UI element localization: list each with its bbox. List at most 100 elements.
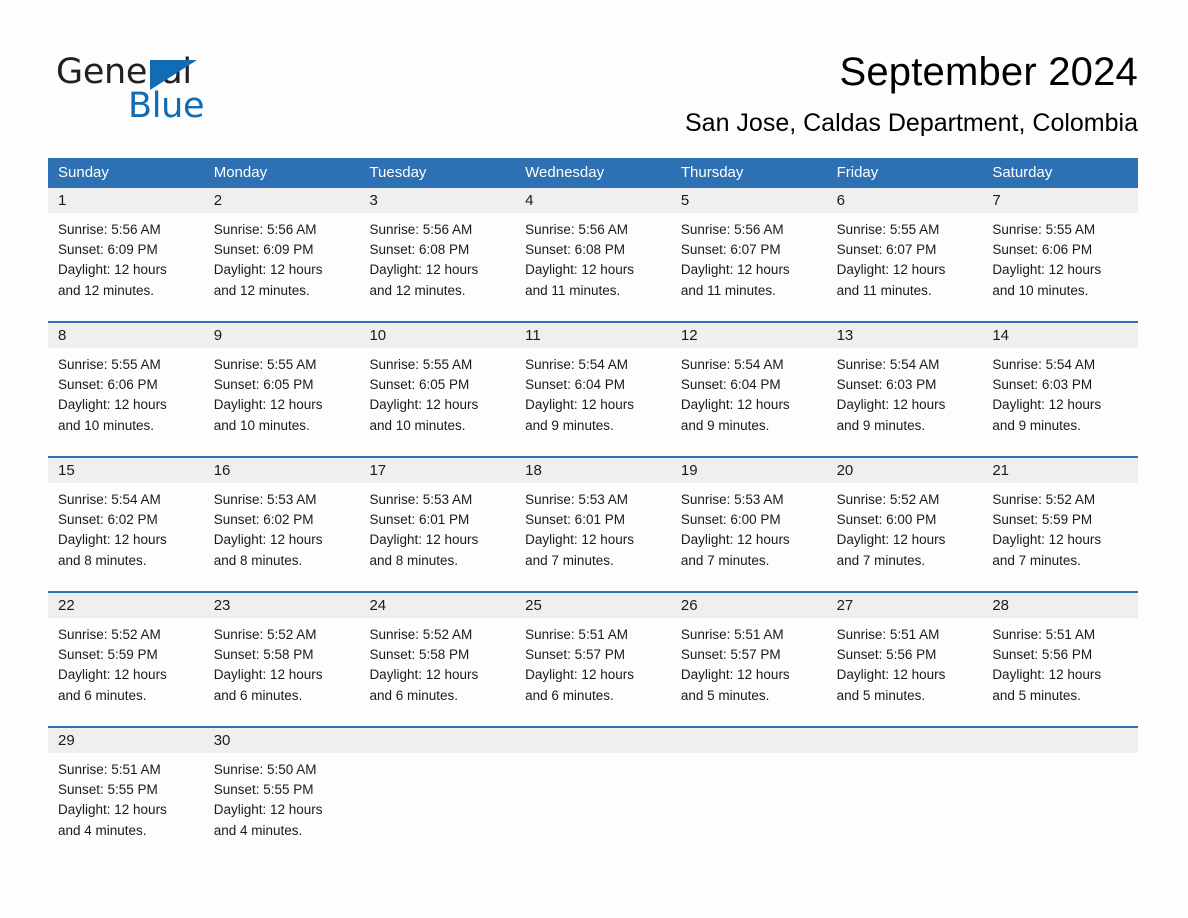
- day-details: Sunrise: 5:51 AM Sunset: 5:56 PM Dayligh…: [827, 618, 983, 716]
- day-cell[interactable]: 13 Sunrise: 5:54 AM Sunset: 6:03 PM Dayl…: [826, 323, 983, 456]
- daylight-text-line2: and 8 minutes.: [58, 552, 147, 568]
- day-details: Sunrise: 5:55 AM Sunset: 6:06 PM Dayligh…: [982, 213, 1138, 311]
- week-row: 15 Sunrise: 5:54 AM Sunset: 6:02 PM Dayl…: [48, 456, 1139, 591]
- sunrise-text: Sunrise: 5:53 AM: [525, 492, 628, 507]
- sunrise-text: Sunrise: 5:52 AM: [836, 492, 940, 507]
- day-number: [515, 728, 671, 753]
- day-number: 30: [203, 728, 360, 753]
- day-cell[interactable]: 27 Sunrise: 5:51 AM Sunset: 5:56 PM Dayl…: [826, 593, 983, 726]
- sunrise-text: Sunrise: 5:54 AM: [836, 357, 940, 372]
- day-cell[interactable]: 28 Sunrise: 5:51 AM Sunset: 5:56 PM Dayl…: [982, 593, 1139, 726]
- day-cell[interactable]: 17 Sunrise: 5:53 AM Sunset: 6:01 PM Dayl…: [359, 458, 516, 591]
- sunrise-text: Sunrise: 5:56 AM: [680, 222, 784, 237]
- day-cell[interactable]: 6 Sunrise: 5:55 AM Sunset: 6:07 PM Dayli…: [826, 188, 983, 321]
- day-cell[interactable]: 25 Sunrise: 5:51 AM Sunset: 5:57 PM Dayl…: [515, 593, 671, 726]
- day-number: 17: [359, 458, 516, 483]
- day-number: [359, 728, 516, 753]
- day-cell[interactable]: 22 Sunrise: 5:52 AM Sunset: 5:59 PM Dayl…: [48, 593, 204, 726]
- sunset-text: Sunset: 6:06 PM: [992, 242, 1093, 258]
- day-cell[interactable]: 19 Sunrise: 5:53 AM Sunset: 6:00 PM Dayl…: [670, 458, 827, 591]
- daylight-text-line1: Daylight: 12 hours: [213, 532, 323, 548]
- day-number: 14: [982, 323, 1139, 348]
- daylight-text-line1: Daylight: 12 hours: [836, 532, 946, 548]
- day-cell[interactable]: 21 Sunrise: 5:52 AM Sunset: 5:59 PM Dayl…: [982, 458, 1139, 591]
- daylight-text-line2: and 6 minutes.: [525, 687, 614, 703]
- weekday-header-friday: Friday: [836, 164, 879, 181]
- weekday-header-saturday: Saturday: [992, 164, 1053, 181]
- sunset-text: Sunset: 6:05 PM: [213, 377, 314, 393]
- sunset-text: Sunset: 6:09 PM: [213, 242, 314, 258]
- day-cell[interactable]: 24 Sunrise: 5:52 AM Sunset: 5:58 PM Dayl…: [359, 593, 516, 726]
- daylight-text-line2: and 4 minutes.: [58, 822, 147, 838]
- daylight-text-line1: Daylight: 12 hours: [58, 667, 167, 683]
- sunrise-text: Sunrise: 5:52 AM: [369, 627, 473, 642]
- day-cell[interactable]: 16 Sunrise: 5:53 AM Sunset: 6:02 PM Dayl…: [203, 458, 360, 591]
- sunset-text: Sunset: 6:05 PM: [369, 377, 470, 393]
- daylight-text-line2: and 12 minutes.: [213, 282, 310, 298]
- sunrise-text: Sunrise: 5:53 AM: [369, 492, 473, 507]
- sunrise-text: Sunrise: 5:56 AM: [525, 222, 628, 237]
- day-number: [982, 728, 1139, 753]
- page-title: September 2024: [839, 50, 1138, 94]
- day-cell[interactable]: 1 Sunrise: 5:56 AM Sunset: 6:09 PM Dayli…: [48, 188, 204, 321]
- generalblue-logo[interactable]: General Blue: [56, 52, 356, 128]
- day-number: 11: [515, 323, 671, 348]
- day-details: Sunrise: 5:54 AM Sunset: 6:03 PM Dayligh…: [827, 348, 983, 446]
- day-cell[interactable]: 23 Sunrise: 5:52 AM Sunset: 5:58 PM Dayl…: [203, 593, 360, 726]
- day-number: 12: [670, 323, 827, 348]
- daylight-text-line2: and 9 minutes.: [992, 417, 1081, 433]
- day-number: 25: [515, 593, 671, 618]
- daylight-text-line1: Daylight: 12 hours: [58, 532, 167, 548]
- sunrise-text: Sunrise: 5:54 AM: [58, 492, 161, 507]
- day-cell[interactable]: 5 Sunrise: 5:56 AM Sunset: 6:07 PM Dayli…: [670, 188, 827, 321]
- sunrise-text: Sunrise: 5:51 AM: [525, 627, 628, 642]
- day-cell-empty: [515, 728, 671, 861]
- day-cell[interactable]: 14 Sunrise: 5:54 AM Sunset: 6:03 PM Dayl…: [982, 323, 1139, 456]
- day-details: Sunrise: 5:55 AM Sunset: 6:07 PM Dayligh…: [827, 213, 983, 311]
- day-cell[interactable]: 9 Sunrise: 5:55 AM Sunset: 6:05 PM Dayli…: [203, 323, 360, 456]
- title-block: September 2024 San Jose, Caldas Departme…: [685, 48, 1138, 138]
- day-cell[interactable]: 7 Sunrise: 5:55 AM Sunset: 6:06 PM Dayli…: [982, 188, 1139, 321]
- day-details: Sunrise: 5:52 AM Sunset: 5:58 PM Dayligh…: [359, 618, 515, 716]
- weekday-header-row: Sunday Monday Tuesday Wednesday Thursday…: [48, 158, 1138, 188]
- daylight-text-line1: Daylight: 12 hours: [213, 802, 323, 818]
- calendar-grid: Sunday Monday Tuesday Wednesday Thursday…: [48, 158, 1139, 861]
- day-number: 23: [203, 593, 360, 618]
- daylight-text-line2: and 11 minutes.: [836, 282, 932, 298]
- day-details: Sunrise: 5:52 AM Sunset: 6:00 PM Dayligh…: [827, 483, 983, 581]
- daylight-text-line1: Daylight: 12 hours: [680, 262, 790, 278]
- day-details: Sunrise: 5:56 AM Sunset: 6:08 PM Dayligh…: [515, 213, 671, 311]
- day-cell[interactable]: 12 Sunrise: 5:54 AM Sunset: 6:04 PM Dayl…: [670, 323, 827, 456]
- day-details: Sunrise: 5:51 AM Sunset: 5:56 PM Dayligh…: [982, 618, 1138, 716]
- day-cell[interactable]: 18 Sunrise: 5:53 AM Sunset: 6:01 PM Dayl…: [515, 458, 671, 591]
- day-cell[interactable]: 26 Sunrise: 5:51 AM Sunset: 5:57 PM Dayl…: [670, 593, 827, 726]
- day-cell[interactable]: 20 Sunrise: 5:52 AM Sunset: 6:00 PM Dayl…: [826, 458, 983, 591]
- sunset-text: Sunset: 6:04 PM: [525, 377, 625, 393]
- sunset-text: Sunset: 6:04 PM: [680, 377, 781, 393]
- sunset-text: Sunset: 5:59 PM: [992, 512, 1093, 528]
- daylight-text-line2: and 10 minutes.: [369, 417, 466, 433]
- day-details: Sunrise: 5:55 AM Sunset: 6:05 PM Dayligh…: [359, 348, 515, 446]
- day-number: 8: [48, 323, 204, 348]
- day-cell[interactable]: 4 Sunrise: 5:56 AM Sunset: 6:08 PM Dayli…: [515, 188, 671, 321]
- sunset-text: Sunset: 5:58 PM: [369, 647, 470, 663]
- day-details: Sunrise: 5:51 AM Sunset: 5:55 PM Dayligh…: [48, 753, 204, 851]
- day-cell[interactable]: 2 Sunrise: 5:56 AM Sunset: 6:09 PM Dayli…: [203, 188, 360, 321]
- daylight-text-line1: Daylight: 12 hours: [213, 667, 323, 683]
- day-cell[interactable]: 15 Sunrise: 5:54 AM Sunset: 6:02 PM Dayl…: [48, 458, 204, 591]
- day-cell[interactable]: 29 Sunrise: 5:51 AM Sunset: 5:55 PM Dayl…: [48, 728, 204, 861]
- day-cell[interactable]: 30 Sunrise: 5:50 AM Sunset: 5:55 PM Dayl…: [203, 728, 360, 861]
- day-cell[interactable]: 10 Sunrise: 5:55 AM Sunset: 6:05 PM Dayl…: [359, 323, 516, 456]
- week-row: 29 Sunrise: 5:51 AM Sunset: 5:55 PM Dayl…: [48, 726, 1139, 861]
- daylight-text-line2: and 6 minutes.: [58, 687, 147, 703]
- daylight-text-line1: Daylight: 12 hours: [992, 262, 1102, 278]
- daylight-text-line1: Daylight: 12 hours: [369, 532, 479, 548]
- day-cell[interactable]: 3 Sunrise: 5:56 AM Sunset: 6:08 PM Dayli…: [359, 188, 516, 321]
- sunset-text: Sunset: 5:57 PM: [680, 647, 781, 663]
- day-cell[interactable]: 8 Sunrise: 5:55 AM Sunset: 6:06 PM Dayli…: [48, 323, 204, 456]
- daylight-text-line2: and 7 minutes.: [525, 552, 614, 568]
- daylight-text-line1: Daylight: 12 hours: [213, 397, 323, 413]
- daylight-text-line2: and 10 minutes.: [992, 282, 1089, 298]
- sunset-text: Sunset: 6:08 PM: [369, 242, 470, 258]
- day-cell[interactable]: 11 Sunrise: 5:54 AM Sunset: 6:04 PM Dayl…: [515, 323, 671, 456]
